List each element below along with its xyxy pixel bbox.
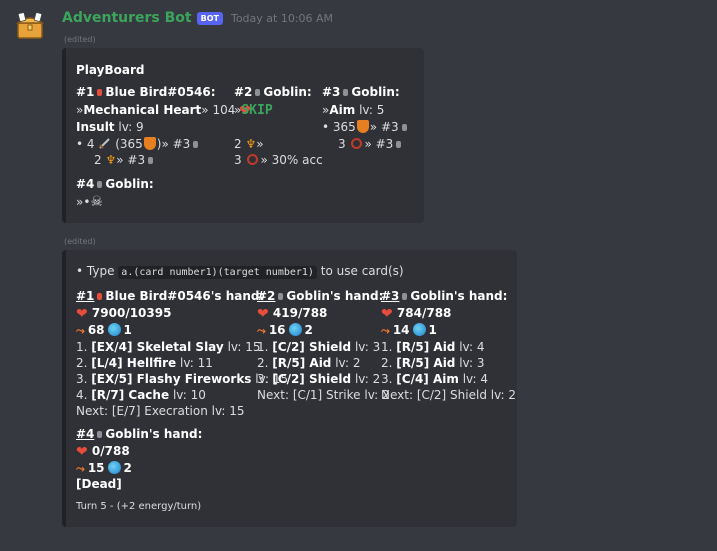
board-p2-line3: 2 ♆» [234,137,264,151]
hands-embed: • Type a.(card number1)(target number1) … [62,250,517,527]
globe-icon [107,461,121,474]
running-person-icon: ♆ [245,137,257,151]
board-p2-line4: 3 » 30% acc [234,153,323,167]
hand-p1-header: #1 Blue Bird#0546's hand: [76,289,265,303]
hand-p2-resources: ⤳ 16 2 [257,323,313,337]
globe-icon [412,323,426,336]
hand-p4-resources: ⤳ 15 2 [76,461,132,475]
hand-p2-card-1: 1. [C/2] Shield lv: 3 [257,340,381,354]
sword-icon [99,138,111,149]
running-person-icon: ♆ [105,153,117,167]
treasure-chest-avatar-icon [15,12,45,39]
skull-icon: ☠ [90,194,103,210]
energy-icon: ⤳ [76,462,85,475]
hand-p3-next: Next: [C/2] Shield lv: 2 [381,388,517,402]
skip-label: SKIP [241,103,273,118]
hand-p1-card-4: 4. [R/7] Cache lv: 10 [76,388,206,402]
player-marker-icon [97,181,103,188]
target-icon [351,138,363,149]
globe-icon [288,323,302,336]
hand-p2-card-3: 3. [C/2] Shield lv: 2 [257,372,381,386]
board-p3-line2: • 365» #3 [322,119,410,135]
heart-icon: ❤ [381,306,393,322]
hand-p1-card-1: 1. [EX/4] Skeletal Slay lv: 15 [76,340,261,354]
hand-p1-card-2: 2. [L/4] Hellfire lv: 11 [76,356,213,370]
board-p1-line3: • 4 (365)» #3 [76,136,201,152]
hand-p1-hp: ❤ 7900/10395 [76,306,172,322]
heart-icon: ❤ [257,306,269,322]
hand-p2-next: Next: [C/1] Strike lv: 2 [257,388,390,402]
board-p1-line2: Insult lv: 9 [76,120,144,134]
hand-p4-header: #4 Goblin's hand: [76,427,203,441]
board-p3-header: #3 Goblin: [322,85,400,99]
shield-icon [143,137,156,150]
edited-marker-2: (edited) [64,237,96,246]
hand-p3-header: #3 Goblin's hand: [381,289,508,303]
player-marker-icon [255,89,261,96]
bot-username[interactable]: Adventurers Bot [62,10,192,26]
board-p1-line4: 2 ♆» #3 [94,152,156,168]
heart-icon: ❤ [76,444,88,460]
board-p1-num: #1 [76,85,95,99]
player-marker-icon [193,141,199,148]
board-p1-header: #1 Blue Bird#0546: [76,84,216,100]
target-icon [247,154,259,165]
player-marker-icon [278,293,284,300]
message-header: Adventurers Bot BOT Today at 10:06 AM [62,9,333,27]
hand-p3-card-1: 1. [R/5] Aid lv: 4 [381,340,485,354]
player-marker-icon [97,89,103,96]
player-marker-icon [343,89,349,96]
board-p3-line3: 3 » #3 [338,136,404,152]
hand-p2-header: #2 Goblin's hand: [257,289,384,303]
hand-p2-card-2: 2. [R/5] Aid lv: 2 [257,356,361,370]
board-p1-name: Blue Bird#0546: [105,85,216,99]
board-p2-line1: »SKIP [234,103,273,118]
board-p1-line1: »Mechanical Heart» 104 ❤ [76,103,251,119]
hand-p3-card-2: 2. [R/5] Aid lv: 3 [381,356,485,370]
energy-icon: ⤳ [257,324,266,337]
hand-p3-hp: ❤ 784/788 [381,306,452,322]
instruction-line: • Type a.(card number1)(target number1) … [76,264,404,279]
command-code: a.(card number1)(target number1) [118,266,317,279]
bot-tag-badge: BOT [196,11,223,25]
board-p4-header: #4 Goblin: [76,177,154,191]
hand-p4-hp: ❤ 0/788 [76,444,130,460]
hand-p1-resources: ⤳ 68 1 [76,323,132,337]
playboard-embed: PlayBoard #1 Blue Bird#0546: »Mechanical … [62,48,424,223]
edited-marker-1: (edited) [64,35,96,44]
player-marker-icon [148,157,154,164]
board-p3-line1: »Aim lv: 5 [322,103,385,117]
hand-p4-status: [Dead] [76,477,122,491]
energy-icon: ⤳ [381,324,390,337]
energy-icon: ⤳ [76,324,85,337]
player-marker-icon [97,431,103,438]
hand-p2-hp: ❤ 419/788 [257,306,328,322]
hand-p1-next: Next: [E/7] Execration lv: 15 [76,404,245,418]
player-marker-icon [97,293,103,300]
shield-icon [356,120,369,133]
bot-avatar[interactable] [12,8,48,44]
message-timestamp[interactable]: Today at 10:06 AM [231,12,333,25]
board-p4-line1: »•☠ [76,194,103,210]
heart-icon: ❤ [76,306,88,322]
player-marker-icon [402,293,408,300]
player-marker-icon [396,141,402,148]
board-p2-header: #2 Goblin: [234,85,312,99]
globe-icon [107,323,121,336]
board-p1-card: Mechanical Heart [83,103,202,117]
playboard-title: PlayBoard [76,63,145,77]
hand-p3-resources: ⤳ 14 1 [381,323,437,337]
turn-footer: Turn 5 - (+2 energy/turn) [76,501,202,512]
player-marker-icon [401,124,407,131]
hand-p3-card-3: 3. [C/4] Aim lv: 4 [381,372,488,386]
